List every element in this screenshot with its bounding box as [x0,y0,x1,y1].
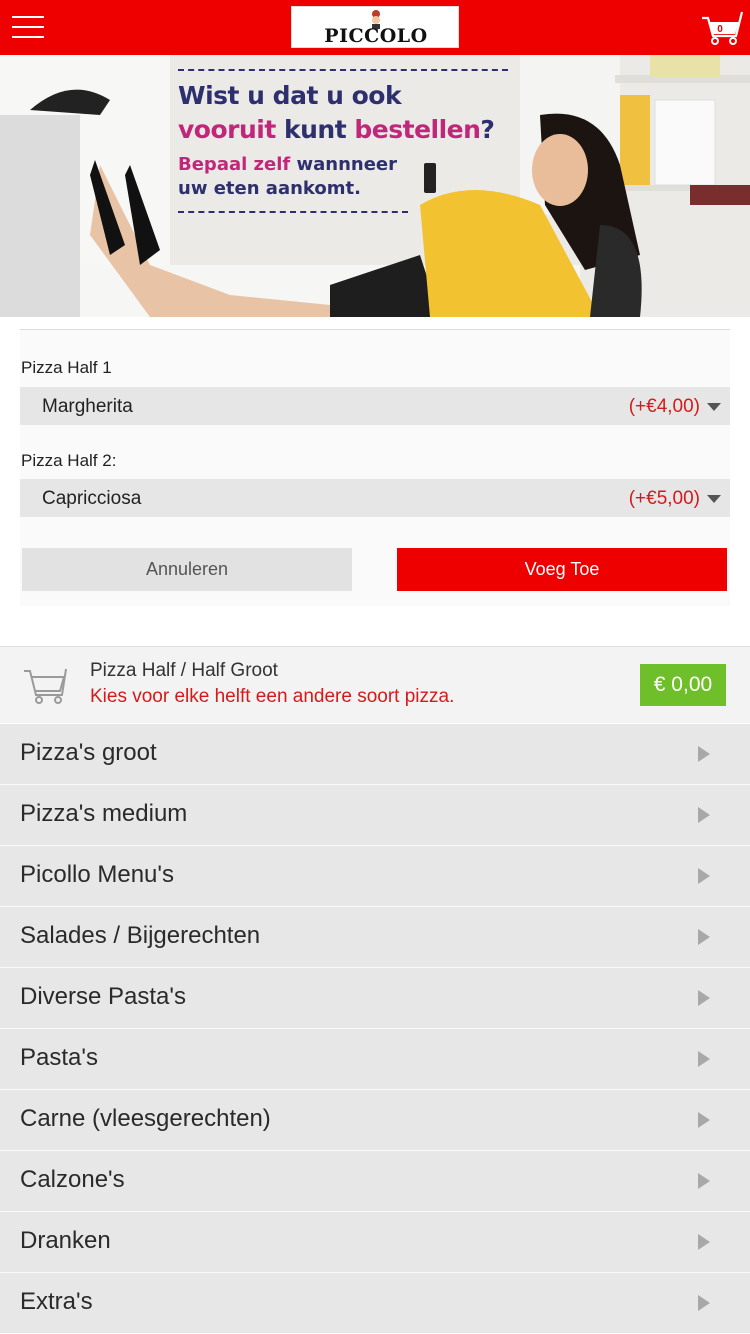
banner-divider [178,211,408,213]
add-button[interactable]: Voeg Toe [397,548,727,591]
category-list: Pizza's groot Pizza's medium Picollo Men… [0,724,750,1334]
category-item[interactable]: Salades / Bijgerechten [0,907,750,968]
select-value: Capricciosa [42,488,142,509]
chevron-right-icon [698,1112,710,1128]
chevron-down-icon [707,495,721,503]
category-label: Diverse Pasta's [20,983,186,1010]
pizza-half-1-label: Pizza Half 1 [21,358,112,377]
pizza-half-1-select[interactable]: Margherita (+€4,00) [20,387,730,425]
select-value: Margherita [42,396,133,417]
banner-text: Wist u dat u ook vooruit kunt bestellen?… [178,69,518,213]
brand-name: PICCOLO [324,25,428,47]
chevron-right-icon [698,929,710,945]
category-label: Extra's [20,1288,93,1315]
chevron-right-icon [698,990,710,1006]
pizza-options-panel: Pizza Half 1 Margherita (+€4,00) Pizza H… [20,329,730,606]
category-label: Salades / Bijgerechten [20,922,261,949]
chevron-right-icon [698,1295,710,1311]
banner-subline-2: uw eten aankomt. [178,178,361,199]
chevron-right-icon [698,746,710,762]
banner-headline-1: Wist u dat u ook [178,81,402,110]
select-price: (+€4,00) [628,396,700,417]
category-item[interactable]: Pizza's medium [0,785,750,846]
chevron-right-icon [698,1051,710,1067]
price-badge[interactable]: € 0,00 [640,664,726,706]
chevron-right-icon [698,1234,710,1250]
top-bar: PICCOLO 0 [0,0,750,55]
category-item[interactable]: Diverse Pasta's [0,968,750,1029]
menu-icon[interactable] [12,14,44,40]
category-item[interactable]: Extra's [0,1273,750,1334]
category-label: Pasta's [20,1044,98,1071]
category-item[interactable]: Calzone's [0,1151,750,1212]
category-label: Pizza's medium [20,800,188,827]
category-item[interactable]: Picollo Menu's [0,846,750,907]
chevron-right-icon [698,1173,710,1189]
pizza-half-2-select[interactable]: Capricciosa (+€5,00) [20,479,730,517]
promo-banner: Wist u dat u ook vooruit kunt bestellen?… [0,55,750,317]
banner-divider [178,69,508,71]
product-summary: Pizza Half / Half Groot Kies voor elke h… [0,646,750,723]
chevron-right-icon [698,868,710,884]
banner-headline-2: vooruit kunt bestellen? [178,115,495,144]
banner-subline-1: Bepaal zelf wannneer [178,154,398,175]
category-item[interactable]: Pizza's groot [0,724,750,785]
chevron-down-icon [707,403,721,411]
cart-button[interactable]: 0 [700,10,744,46]
category-label: Carne (vleesgerechten) [20,1105,271,1132]
cancel-button[interactable]: Annuleren [22,548,352,591]
category-label: Picollo Menu's [20,861,174,888]
product-description: Kies voor elke helft een andere soort pi… [90,686,455,707]
pizza-half-2-label: Pizza Half 2: [21,451,117,470]
category-label: Calzone's [20,1166,125,1193]
category-item[interactable]: Carne (vleesgerechten) [0,1090,750,1151]
category-item[interactable]: Dranken [0,1212,750,1273]
select-price: (+€5,00) [628,488,700,509]
product-title: Pizza Half / Half Groot [90,660,278,681]
category-label: Pizza's groot [20,739,157,766]
cart-icon [24,668,67,704]
brand-logo[interactable]: PICCOLO [291,6,459,48]
category-item[interactable]: Pasta's [0,1029,750,1090]
category-label: Dranken [20,1227,111,1254]
cart-count: 0 [717,24,723,35]
chevron-right-icon [698,807,710,823]
